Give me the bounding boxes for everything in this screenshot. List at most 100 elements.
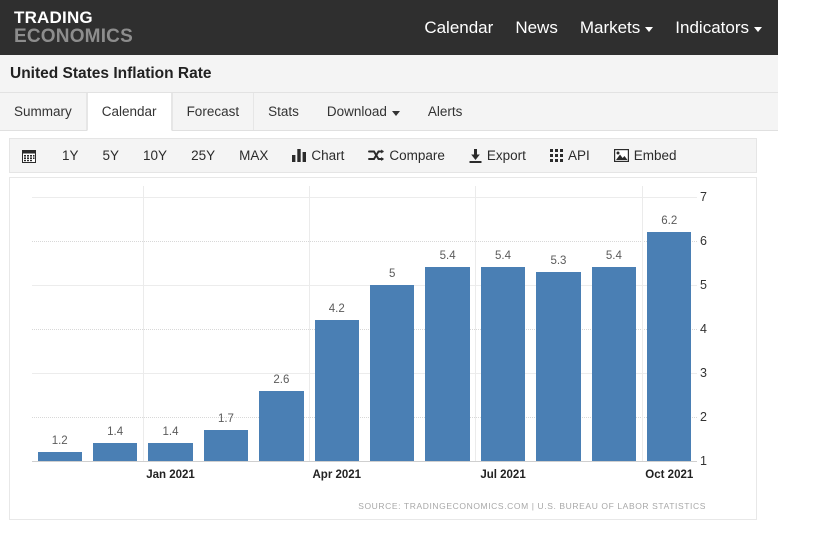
chevron-down-icon bbox=[391, 111, 400, 116]
toolbar-label-5y: 5Y bbox=[102, 148, 120, 163]
toolbar-export-button[interactable]: Export bbox=[457, 139, 538, 172]
chart-y-axis-label: 1 bbox=[700, 454, 707, 468]
chart-bar[interactable] bbox=[536, 271, 581, 461]
logo-line-economics: ECONOMICS bbox=[14, 26, 133, 47]
tab-stats[interactable]: Stats bbox=[254, 93, 313, 130]
shuffle-icon bbox=[368, 149, 385, 162]
toolbar-chart-button[interactable]: Chart bbox=[280, 139, 356, 172]
tab-calendar[interactable]: Calendar bbox=[86, 93, 172, 131]
chart-bar-value-label: 5.4 bbox=[605, 250, 622, 263]
chart-bar[interactable] bbox=[148, 443, 193, 461]
toolbar-range-10y[interactable]: 10Y bbox=[131, 139, 179, 172]
toolbar-label-compare: Compare bbox=[389, 148, 445, 163]
chart-bar-value-label: 4.2 bbox=[328, 303, 345, 316]
chart-bar[interactable] bbox=[37, 452, 82, 461]
tab-alerts[interactable]: Alerts bbox=[414, 93, 477, 130]
chart-bar-value-label: 6.2 bbox=[661, 215, 678, 228]
chart-y-axis-label: 2 bbox=[700, 410, 707, 424]
trading-economics-page: TRADING ECONOMICS Calendar News Markets … bbox=[0, 0, 829, 557]
chart-y-axis-label: 6 bbox=[700, 234, 707, 248]
tab-bar: Summary Calendar Forecast Stats Download… bbox=[0, 93, 778, 131]
nav-item-indicators[interactable]: Indicators bbox=[675, 18, 762, 38]
site-logo[interactable]: TRADING ECONOMICS bbox=[14, 9, 133, 46]
chart-bar-value-label: 1.7 bbox=[217, 413, 234, 426]
nav-label-markets: Markets bbox=[579, 17, 641, 37]
chart-bar-value-label: 5.4 bbox=[495, 250, 512, 263]
chart-x-axis-label: Apr 2021 bbox=[312, 469, 362, 481]
main-navigation: Calendar News Markets Indicators bbox=[424, 18, 762, 38]
tab-label-summary: Summary bbox=[14, 104, 72, 119]
toolbar-api-button[interactable]: API bbox=[538, 139, 602, 172]
tab-label-alerts: Alerts bbox=[427, 104, 463, 119]
chart-x-axis-label: Jan 2021 bbox=[146, 469, 195, 481]
chart-vertical-gridline bbox=[641, 186, 643, 461]
nav-item-markets[interactable]: Markets bbox=[579, 17, 654, 38]
tab-label-forecast: Forecast bbox=[186, 104, 240, 119]
chart-panel: 1 2 3 4 5 6 7 1.2 1.4 1.4 1.7 2.6 4.2 5 5.4 5.4 5.3 5.4 6.… bbox=[9, 177, 757, 520]
tab-forecast[interactable]: Forecast bbox=[171, 93, 255, 130]
chart-bar[interactable] bbox=[259, 390, 304, 461]
toolbar-label-10y: 10Y bbox=[143, 148, 168, 163]
chart-y-axis-label: 7 bbox=[700, 190, 707, 204]
nav-item-news[interactable]: News bbox=[515, 18, 558, 38]
toolbar-range-5y[interactable]: 5Y bbox=[91, 139, 132, 172]
tab-summary[interactable]: Summary bbox=[0, 93, 87, 130]
chart-source-note: SOURCE: TRADINGECONOMICS.COM | U.S. BURE… bbox=[358, 501, 706, 511]
chart-bar-value-label: 5.4 bbox=[439, 250, 456, 263]
toolbar-range-1y[interactable]: 1Y bbox=[50, 139, 91, 172]
toolbar-label-export: Export bbox=[486, 148, 526, 163]
nav-label-indicators: Indicators bbox=[675, 17, 749, 37]
tab-label-download: Download bbox=[326, 104, 387, 119]
toolbar-range-max[interactable]: MAX bbox=[227, 139, 280, 172]
chart-vertical-gridline bbox=[475, 186, 477, 461]
toolbar-calendar-button[interactable] bbox=[10, 139, 50, 172]
chart-gridline bbox=[32, 197, 697, 198]
chart-y-axis-label: 4 bbox=[700, 322, 707, 336]
chart-bar-value-label: 5 bbox=[389, 268, 396, 280]
chart-x-axis-label: Jul 2021 bbox=[480, 469, 526, 481]
page-title-bar: United States Inflation Rate bbox=[0, 55, 778, 93]
tab-download[interactable]: Download bbox=[313, 93, 414, 130]
chart-bar-value-label: 1.4 bbox=[107, 426, 124, 439]
page-title: United States Inflation Rate bbox=[10, 64, 212, 82]
calendar-icon bbox=[22, 149, 36, 163]
toolbar-compare-button[interactable]: Compare bbox=[356, 139, 457, 172]
chart-bar[interactable] bbox=[480, 267, 526, 461]
toolbar-label-25y: 25Y bbox=[191, 148, 216, 163]
chart-bar-value-label: 1.2 bbox=[51, 435, 68, 448]
chart-y-axis-label: 3 bbox=[700, 366, 707, 380]
chart-bar[interactable] bbox=[92, 443, 138, 461]
nav-item-calendar[interactable]: Calendar bbox=[424, 18, 493, 38]
chart-y-axis-label: 5 bbox=[700, 278, 707, 292]
toolbar-label-max: MAX bbox=[239, 148, 269, 163]
chart-bar[interactable] bbox=[370, 285, 415, 461]
logo-line-trading: TRADING bbox=[14, 8, 93, 27]
toolbar-embed-button[interactable]: Embed bbox=[602, 139, 689, 172]
chart-bar[interactable] bbox=[203, 430, 249, 461]
chart-toolbar: 1Y 5Y 10Y 25Y MAX Chart Compare Export A… bbox=[9, 138, 757, 173]
chart-bar[interactable] bbox=[647, 232, 692, 461]
chevron-down-icon bbox=[645, 27, 654, 32]
toolbar-label-embed: Embed bbox=[633, 148, 677, 163]
download-icon bbox=[469, 148, 482, 163]
chart-bar[interactable] bbox=[314, 320, 359, 461]
toolbar-label-chart: Chart bbox=[311, 148, 345, 163]
chevron-down-icon bbox=[754, 27, 762, 32]
chart-bar-value-label: 2.6 bbox=[273, 373, 290, 386]
bar-chart-icon bbox=[292, 149, 307, 162]
chart-plot-area[interactable]: 1 2 3 4 5 6 7 1.2 1.4 1.4 1.7 2.6 4.2 5 5.4 5.4 5.3 5.4 6.… bbox=[10, 178, 756, 519]
chart-vertical-gridline bbox=[142, 186, 144, 461]
chart-bar[interactable] bbox=[591, 267, 637, 461]
toolbar-label-api: API bbox=[567, 148, 590, 163]
chart-vertical-gridline bbox=[309, 186, 311, 461]
nav-label-calendar: Calendar bbox=[424, 17, 494, 37]
nav-label-news: News bbox=[515, 17, 558, 37]
chart-bar[interactable] bbox=[425, 267, 470, 461]
grid-icon bbox=[549, 149, 563, 162]
image-icon bbox=[613, 149, 629, 162]
chart-x-axis-label: Oct 2021 bbox=[645, 469, 694, 481]
chart-bar-value-label: 1.4 bbox=[162, 426, 179, 439]
toolbar-range-25y[interactable]: 25Y bbox=[179, 139, 227, 172]
tab-label-stats: Stats bbox=[268, 104, 299, 119]
toolbar-label-1y: 1Y bbox=[62, 148, 79, 163]
